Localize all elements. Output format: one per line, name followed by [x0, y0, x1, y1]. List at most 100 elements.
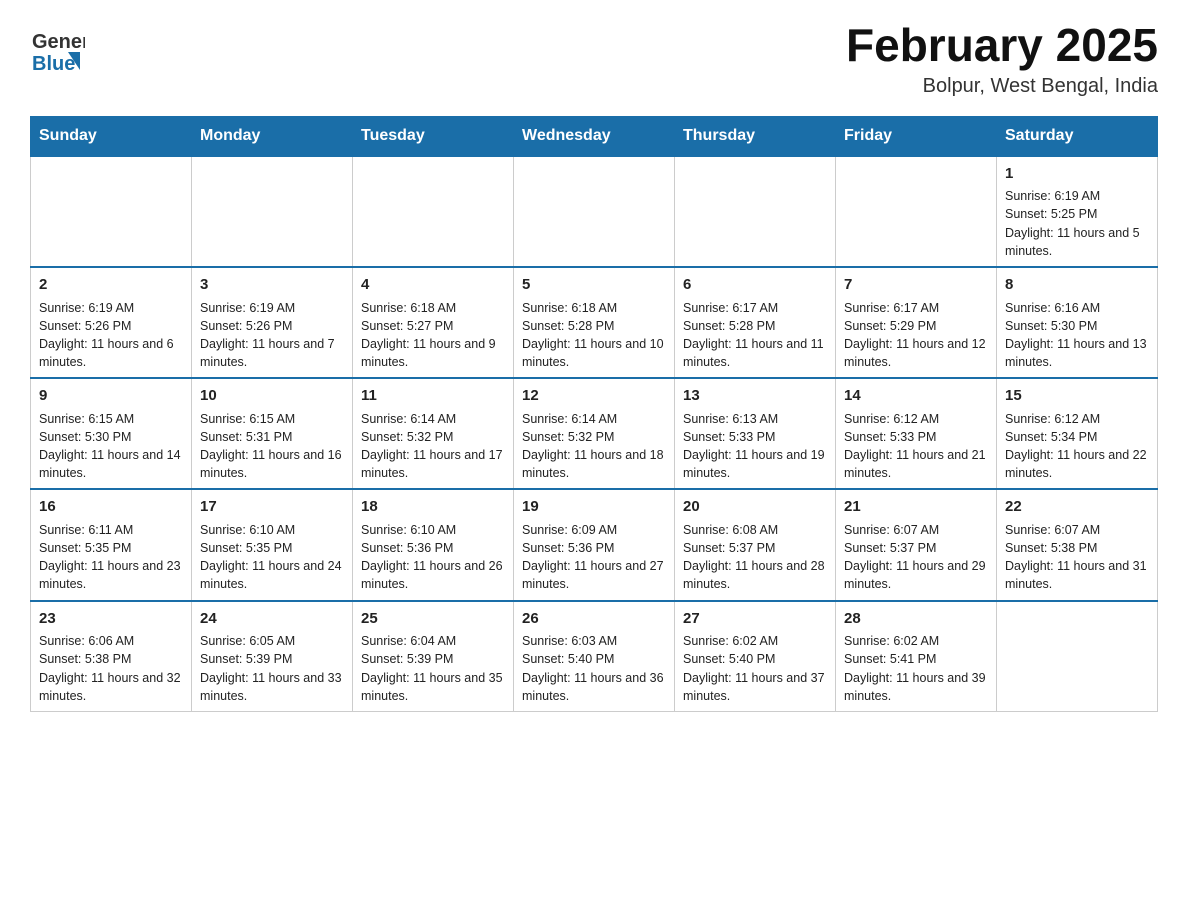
calendar-cell: 28 Sunrise: 6:02 AM Sunset: 5:41 PM Dayli…: [836, 601, 997, 712]
day-info: Sunrise: 6:14 AM Sunset: 5:32 PM Dayligh…: [361, 412, 503, 480]
calendar-cell: 9 Sunrise: 6:15 AM Sunset: 5:30 PM Daylig…: [31, 378, 192, 489]
day-info: Sunrise: 6:03 AM Sunset: 5:40 PM Dayligh…: [522, 634, 664, 702]
day-info: Sunrise: 6:02 AM Sunset: 5:41 PM Dayligh…: [844, 634, 986, 702]
calendar-week-3: 9 Sunrise: 6:15 AM Sunset: 5:30 PM Daylig…: [31, 378, 1158, 489]
page-title: February 2025: [846, 20, 1158, 71]
calendar-cell: 2 Sunrise: 6:19 AM Sunset: 5:26 PM Daylig…: [31, 267, 192, 378]
calendar-cell: 12 Sunrise: 6:14 AM Sunset: 5:32 PM Dayli…: [514, 378, 675, 489]
logo: General Blue: [30, 20, 85, 75]
calendar-cell: [192, 156, 353, 267]
day-number: 26: [522, 608, 666, 630]
day-number: 13: [683, 385, 827, 407]
day-number: 23: [39, 608, 183, 630]
calendar-cell: 3 Sunrise: 6:19 AM Sunset: 5:26 PM Daylig…: [192, 267, 353, 378]
page-header: General Blue February 2025 Bolpur, West …: [30, 20, 1158, 98]
calendar-cell: [353, 156, 514, 267]
weekday-header-saturday: Saturday: [997, 116, 1158, 156]
day-info: Sunrise: 6:09 AM Sunset: 5:36 PM Dayligh…: [522, 523, 664, 591]
day-number: 11: [361, 385, 505, 407]
day-number: 6: [683, 274, 827, 296]
day-info: Sunrise: 6:15 AM Sunset: 5:30 PM Dayligh…: [39, 412, 181, 480]
day-number: 19: [522, 496, 666, 518]
weekday-header-tuesday: Tuesday: [353, 116, 514, 156]
calendar-cell: 5 Sunrise: 6:18 AM Sunset: 5:28 PM Daylig…: [514, 267, 675, 378]
calendar-cell: 24 Sunrise: 6:05 AM Sunset: 5:39 PM Dayli…: [192, 601, 353, 712]
day-info: Sunrise: 6:11 AM Sunset: 5:35 PM Dayligh…: [39, 523, 181, 591]
calendar-cell: 15 Sunrise: 6:12 AM Sunset: 5:34 PM Dayli…: [997, 378, 1158, 489]
calendar-cell: 25Sunrise: 6:04 AM Sunset: 5:39 PM Dayli…: [353, 601, 514, 712]
calendar-cell: 14 Sunrise: 6:12 AM Sunset: 5:33 PM Dayli…: [836, 378, 997, 489]
day-info: Sunrise: 6:02 AM Sunset: 5:40 PM Dayligh…: [683, 634, 825, 702]
weekday-header-friday: Friday: [836, 116, 997, 156]
day-info: Sunrise: 6:05 AM Sunset: 5:39 PM Dayligh…: [200, 634, 342, 702]
calendar-cell: [31, 156, 192, 267]
day-number: 1: [1005, 163, 1149, 185]
calendar-cell: [836, 156, 997, 267]
calendar-cell: 19 Sunrise: 6:09 AM Sunset: 5:36 PM Dayli…: [514, 489, 675, 600]
calendar-cell: [997, 601, 1158, 712]
calendar-header-row: SundayMondayTuesdayWednesdayThursdayFrid…: [31, 116, 1158, 156]
day-info: Sunrise: 6:17 AM Sunset: 5:28 PM Dayligh…: [683, 301, 824, 369]
page-subtitle: Bolpur, West Bengal, India: [846, 75, 1158, 98]
day-number: 8: [1005, 274, 1149, 296]
calendar-cell: 18 Sunrise: 6:10 AM Sunset: 5:36 PM Dayli…: [353, 489, 514, 600]
day-number: 15: [1005, 385, 1149, 407]
day-number: 2: [39, 274, 183, 296]
day-info: Sunrise: 6:10 AM Sunset: 5:36 PM Dayligh…: [361, 523, 503, 591]
day-number: 18: [361, 496, 505, 518]
calendar-cell: 7 Sunrise: 6:17 AM Sunset: 5:29 PM Daylig…: [836, 267, 997, 378]
day-info: Sunrise: 6:08 AM Sunset: 5:37 PM Dayligh…: [683, 523, 825, 591]
day-info: Sunrise: 6:18 AM Sunset: 5:28 PM Dayligh…: [522, 301, 664, 369]
day-number: 20: [683, 496, 827, 518]
day-info: Sunrise: 6:12 AM Sunset: 5:34 PM Dayligh…: [1005, 412, 1147, 480]
day-info: Sunrise: 6:07 AM Sunset: 5:38 PM Dayligh…: [1005, 523, 1147, 591]
calendar-cell: 22 Sunrise: 6:07 AM Sunset: 5:38 PM Dayli…: [997, 489, 1158, 600]
weekday-header-wednesday: Wednesday: [514, 116, 675, 156]
day-info: Sunrise: 6:12 AM Sunset: 5:33 PM Dayligh…: [844, 412, 986, 480]
day-number: 17: [200, 496, 344, 518]
day-info: Sunrise: 6:06 AM Sunset: 5:38 PM Dayligh…: [39, 634, 181, 702]
day-number: 14: [844, 385, 988, 407]
day-number: 21: [844, 496, 988, 518]
title-block: February 2025 Bolpur, West Bengal, India: [846, 20, 1158, 98]
calendar-table: SundayMondayTuesdayWednesdayThursdayFrid…: [30, 116, 1158, 712]
day-info: Sunrise: 6:07 AM Sunset: 5:37 PM Dayligh…: [844, 523, 986, 591]
calendar-cell: 16Sunrise: 6:11 AM Sunset: 5:35 PM Dayli…: [31, 489, 192, 600]
calendar-cell: 10 Sunrise: 6:15 AM Sunset: 5:31 PM Dayli…: [192, 378, 353, 489]
day-number: 10: [200, 385, 344, 407]
weekday-header-thursday: Thursday: [675, 116, 836, 156]
day-number: 4: [361, 274, 505, 296]
day-number: 5: [522, 274, 666, 296]
calendar-cell: [514, 156, 675, 267]
day-number: 9: [39, 385, 183, 407]
day-info: Sunrise: 6:15 AM Sunset: 5:31 PM Dayligh…: [200, 412, 342, 480]
calendar-cell: 1 Sunrise: 6:19 AM Sunset: 5:25 PM Daylig…: [997, 156, 1158, 267]
calendar-cell: [675, 156, 836, 267]
calendar-cell: 13 Sunrise: 6:13 AM Sunset: 5:33 PM Dayli…: [675, 378, 836, 489]
day-info: Sunrise: 6:13 AM Sunset: 5:33 PM Dayligh…: [683, 412, 825, 480]
day-number: 27: [683, 608, 827, 630]
calendar-week-1: 1 Sunrise: 6:19 AM Sunset: 5:25 PM Daylig…: [31, 156, 1158, 267]
day-number: 24: [200, 608, 344, 630]
day-info: Sunrise: 6:19 AM Sunset: 5:25 PM Dayligh…: [1005, 189, 1140, 257]
day-info: Sunrise: 6:16 AM Sunset: 5:30 PM Dayligh…: [1005, 301, 1147, 369]
calendar-cell: 8 Sunrise: 6:16 AM Sunset: 5:30 PM Daylig…: [997, 267, 1158, 378]
calendar-cell: 27 Sunrise: 6:02 AM Sunset: 5:40 PM Dayli…: [675, 601, 836, 712]
day-info: Sunrise: 6:19 AM Sunset: 5:26 PM Dayligh…: [200, 301, 335, 369]
calendar-week-5: 23 Sunrise: 6:06 AM Sunset: 5:38 PM Dayli…: [31, 601, 1158, 712]
day-number: 28: [844, 608, 988, 630]
calendar-cell: 4Sunrise: 6:18 AM Sunset: 5:27 PM Daylig…: [353, 267, 514, 378]
weekday-header-sunday: Sunday: [31, 116, 192, 156]
day-info: Sunrise: 6:10 AM Sunset: 5:35 PM Dayligh…: [200, 523, 342, 591]
day-number: 3: [200, 274, 344, 296]
day-info: Sunrise: 6:14 AM Sunset: 5:32 PM Dayligh…: [522, 412, 664, 480]
logo-icon: General Blue: [30, 20, 85, 75]
day-info: Sunrise: 6:17 AM Sunset: 5:29 PM Dayligh…: [844, 301, 986, 369]
day-number: 12: [522, 385, 666, 407]
calendar-cell: 21 Sunrise: 6:07 AM Sunset: 5:37 PM Dayli…: [836, 489, 997, 600]
day-number: 7: [844, 274, 988, 296]
calendar-cell: 17 Sunrise: 6:10 AM Sunset: 5:35 PM Dayli…: [192, 489, 353, 600]
day-info: Sunrise: 6:19 AM Sunset: 5:26 PM Dayligh…: [39, 301, 174, 369]
day-number: 22: [1005, 496, 1149, 518]
calendar-week-2: 2 Sunrise: 6:19 AM Sunset: 5:26 PM Daylig…: [31, 267, 1158, 378]
